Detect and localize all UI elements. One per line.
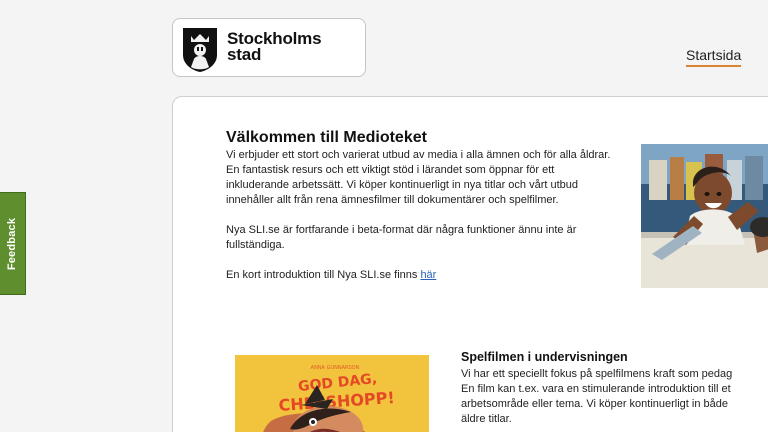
- site-logo[interactable]: Stockholms stad: [172, 18, 366, 77]
- stockholm-crest-icon: [183, 28, 217, 72]
- classroom-photo: [641, 144, 768, 288]
- spelfilmen-title: Spelfilmen i undervisningen: [461, 350, 628, 364]
- spelfilmen-line-4: äldre titlar.: [461, 413, 512, 425]
- intro-link[interactable]: här: [420, 269, 436, 281]
- welcome-paragraph-3: En kort introduktion till Nya SLI.se fin…: [226, 268, 614, 283]
- logo-line-2: stad: [227, 45, 262, 64]
- nav-startsida[interactable]: Startsida: [686, 47, 742, 67]
- intro-link-sentence: En kort introduktion till Nya SLI.se fin…: [226, 269, 421, 281]
- welcome-title: Välkommen till Medioteket: [226, 129, 427, 146]
- movie-poster-illustration: ANNA GUNNARSON GOD DAG, CHEFSHOPP!: [235, 355, 429, 432]
- spelfilmen-line-2: En film kan t.ex. vara en stimulerande i…: [461, 383, 731, 395]
- spelfilmen-text: Vi har ett speciellt fokus på spelfilmen…: [461, 367, 768, 427]
- spelfilmen-line-1: Vi har ett speciellt fokus på spelfilmen…: [461, 368, 733, 380]
- main-content-card: Välkommen till Medioteket Vi erbjuder et…: [172, 96, 768, 432]
- movie-poster[interactable]: ANNA GUNNARSON GOD DAG, CHEFSHOPP!: [235, 355, 429, 432]
- logo-text: Stockholms stad: [227, 30, 322, 64]
- welcome-intro: Vi erbjuder ett stort och varierat utbud…: [226, 148, 614, 298]
- welcome-paragraph-1: Vi erbjuder ett stort och varierat utbud…: [226, 149, 611, 206]
- feedback-tab[interactable]: Feedback: [0, 192, 26, 295]
- welcome-paragraph-2: Nya SLI.se är fortfarande i beta-format …: [226, 224, 577, 251]
- spelfilmen-line-3: arbetsområde eller tema. Vi köper kontin…: [461, 398, 729, 410]
- classroom-photo-illustration: [641, 144, 768, 288]
- svg-text:ANNA GUNNARSON: ANNA GUNNARSON: [311, 365, 360, 371]
- page: Feedback Stockholms stad Startsida Välko…: [0, 0, 768, 432]
- feedback-label: Feedback: [6, 217, 19, 270]
